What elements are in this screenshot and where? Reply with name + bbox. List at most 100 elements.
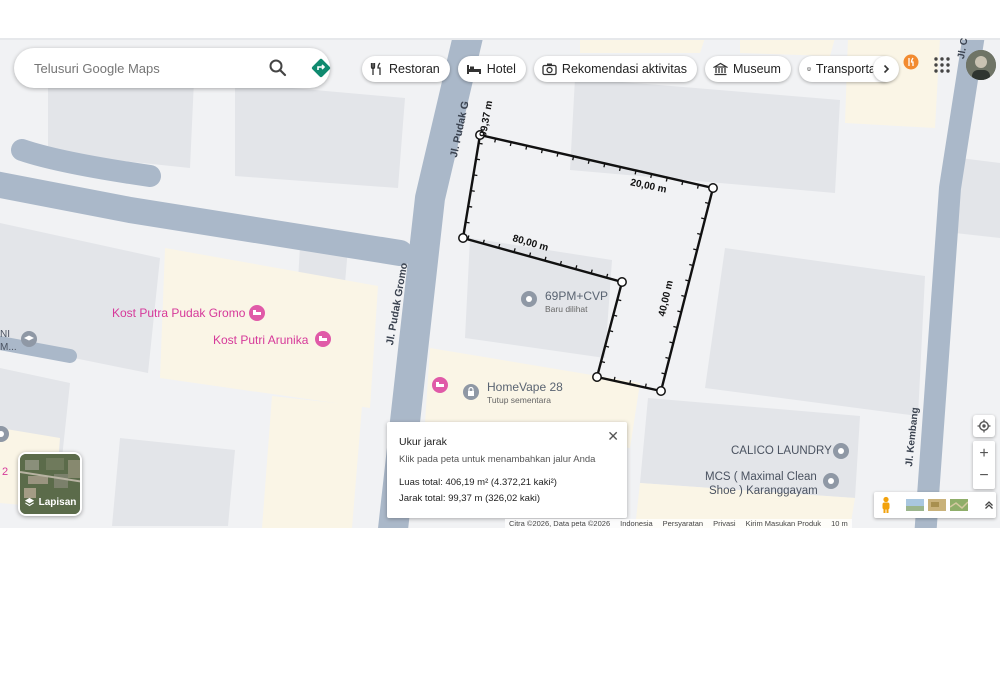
total-area: Luas total: 406,19 m² (4.372,21 kaki²) <box>399 477 557 488</box>
measure-tick <box>509 141 512 147</box>
measure-tick <box>603 163 606 168</box>
measure-line <box>461 133 715 393</box>
zoom-out-button[interactable]: − <box>979 465 988 487</box>
measure-tick <box>473 174 478 177</box>
measure-tick <box>470 189 475 192</box>
measure-tick <box>650 173 653 179</box>
measure-node <box>617 277 627 287</box>
search-icon[interactable] <box>268 58 288 78</box>
place-label[interactable]: MCS ( Maximal Clean <box>705 471 817 483</box>
museum-icon <box>712 62 728 76</box>
chip-rekomendasi[interactable]: Rekomendasi aktivitas <box>533 56 697 82</box>
chip-museum[interactable]: Museum <box>704 56 791 82</box>
place-label[interactable]: CALICO LAUNDRY <box>731 445 832 457</box>
search-input[interactable] <box>34 60 244 76</box>
place-label[interactable]: 69PM+CVP <box>545 289 608 303</box>
place-sublabel: Baru dilihat <box>545 304 588 314</box>
place-label[interactable]: Kost Putri Arunika <box>213 333 308 347</box>
measure-tick <box>681 180 684 186</box>
measure-tick <box>540 149 544 154</box>
place-marker-icon[interactable] <box>832 442 850 465</box>
imagery-thumb-icon[interactable] <box>928 499 946 511</box>
place-sublabel: Tutup sementara <box>487 395 551 405</box>
card-title: Ukur jarak <box>399 436 447 448</box>
footer-link[interactable]: Kirim Masukan Produk <box>746 519 821 528</box>
card-hint: Klik pada peta untuk menambahkan jalur A… <box>399 454 596 465</box>
total-distance: Jarak total: 99,37 m (326,02 kaki) <box>399 493 540 504</box>
layers-icon <box>24 497 34 507</box>
imagery-thumb-icon[interactable] <box>950 499 968 511</box>
search-box[interactable] <box>14 48 332 88</box>
measure-tick <box>478 142 483 145</box>
chip-hotel[interactable]: Hotel <box>457 56 526 82</box>
pegman-icon[interactable] <box>880 496 892 514</box>
imagery-bar <box>874 492 996 518</box>
measure-tick <box>587 159 590 164</box>
layers-label-row: Lapisan <box>20 497 80 508</box>
measure-node <box>708 183 718 193</box>
measure-distance-card: Ukur jarak Klik pada peta untuk menambah… <box>387 422 627 518</box>
measure-tick <box>613 376 616 381</box>
footer-link[interactable]: Privasi <box>713 519 736 528</box>
attribution: Citra ©2026, Data peta ©2026 <box>509 519 611 528</box>
my-location-button[interactable] <box>973 415 995 437</box>
zoom-controls: + − <box>973 441 995 489</box>
place-label-partial: NI <box>0 329 10 340</box>
measure-tick <box>475 158 481 161</box>
place-label-partial: M... <box>0 342 17 353</box>
measure-node <box>592 372 602 382</box>
apps-grid-icon[interactable] <box>933 56 951 74</box>
crosshair-icon <box>977 419 991 433</box>
attribution-bar: Citra ©2026, Data peta ©2026 Indonesia P… <box>505 519 852 528</box>
measure-tick <box>618 166 622 171</box>
camera-icon <box>542 63 557 76</box>
chip-label: Hotel <box>486 62 516 76</box>
measure-tick <box>525 145 528 150</box>
measure-tick <box>494 138 497 143</box>
measure-tick <box>468 205 473 208</box>
restaurant-marker-icon[interactable] <box>903 54 919 75</box>
measure-tick <box>572 156 575 161</box>
measure-tick <box>556 152 559 157</box>
footer-link[interactable]: Indonesia <box>620 519 653 528</box>
avatar[interactable] <box>966 50 996 80</box>
directions-icon[interactable] <box>310 57 332 79</box>
measure-tick <box>665 177 668 182</box>
measure-node <box>458 233 468 243</box>
chip-label: Restoran <box>389 62 440 76</box>
chevron-up-icon[interactable] <box>984 500 994 510</box>
chip-label: Museum <box>732 62 781 76</box>
chip-restoran[interactable]: Restoran <box>362 56 450 82</box>
measure-tick <box>629 380 632 385</box>
chip-label: Rekomendasi aktivitas <box>561 62 687 76</box>
measure-tick <box>696 184 700 189</box>
layers-label: Lapisan <box>38 497 77 508</box>
place-label[interactable]: Kost Putra Pudak Gromo <box>112 306 245 320</box>
hotel-marker-icon[interactable] <box>314 330 332 353</box>
measure-tick <box>634 170 637 175</box>
place-label-partial: 2 <box>2 466 9 478</box>
pluscode-marker-icon[interactable] <box>520 290 538 313</box>
category-chips: Restoran Hotel Rekomendasi aktivitas Mus… <box>362 56 895 82</box>
lock-marker-icon[interactable] <box>462 383 480 406</box>
chips-next-button[interactable] <box>873 56 899 82</box>
bed-icon <box>466 65 481 74</box>
hotel-marker-icon[interactable] <box>248 304 266 327</box>
place-marker-icon[interactable] <box>822 472 840 495</box>
school-marker-icon[interactable] <box>20 330 38 353</box>
close-icon[interactable]: ✕ <box>607 428 619 445</box>
chevron-right-icon <box>883 64 890 74</box>
measure-tick <box>465 221 470 224</box>
hotel-marker-icon[interactable] <box>431 376 449 399</box>
imagery-thumb-icon[interactable] <box>906 499 924 511</box>
bus-icon <box>807 67 811 71</box>
layers-button[interactable]: Lapisan <box>18 452 82 516</box>
place-marker-icon[interactable] <box>0 425 10 448</box>
place-label[interactable]: Shoe ) Karanggayam <box>709 485 818 497</box>
place-label[interactable]: HomeVape 28 <box>487 380 563 394</box>
measure-node <box>656 386 666 396</box>
measure-tick <box>644 383 647 388</box>
zoom-in-button[interactable]: + <box>979 443 988 465</box>
footer-link[interactable]: Persyaratan <box>663 519 703 528</box>
scale-label[interactable]: 10 m <box>831 519 848 528</box>
